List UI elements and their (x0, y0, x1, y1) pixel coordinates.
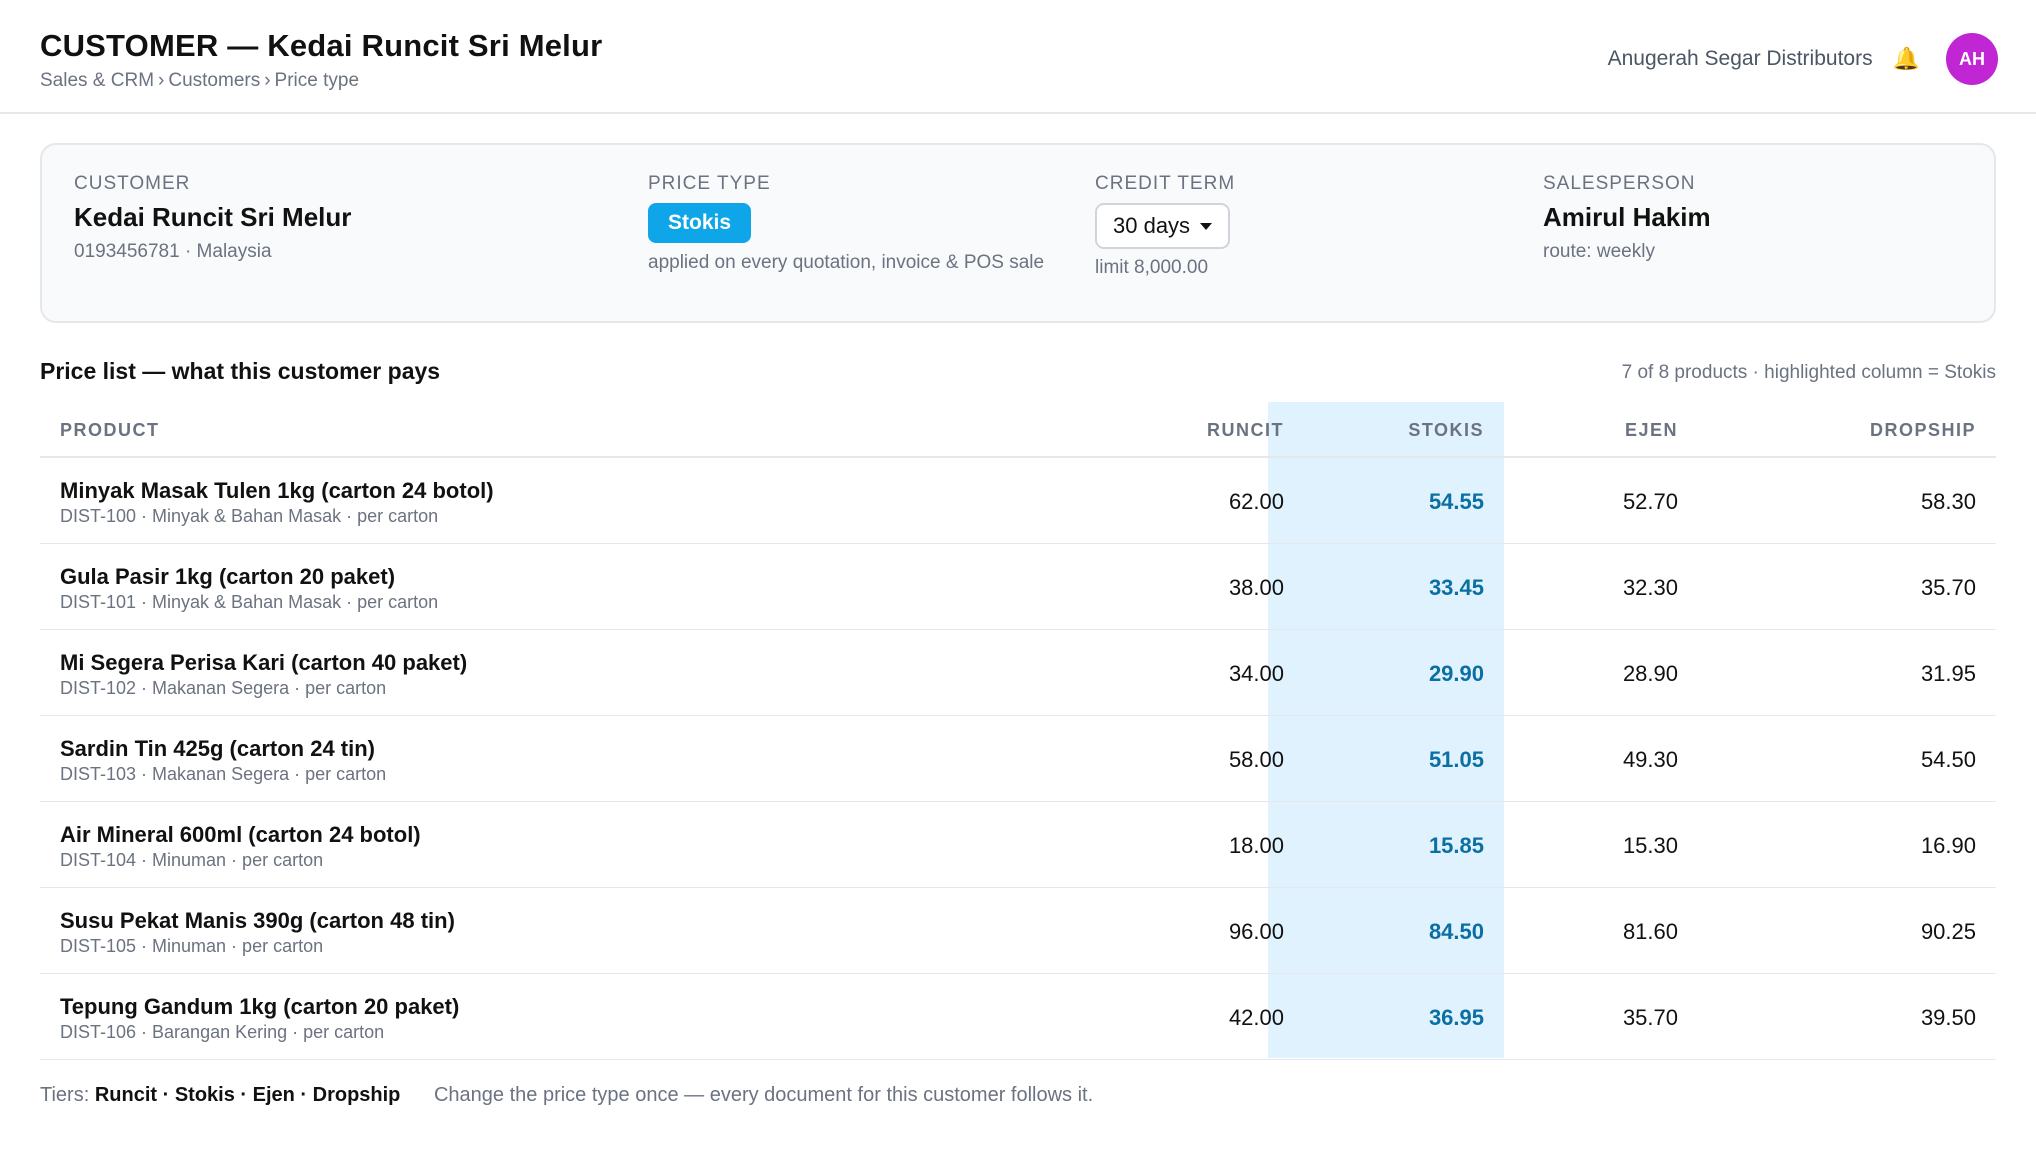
column-header-product: PRODUCT (60, 420, 160, 440)
table-row[interactable]: Gula Pasir 1kg (carton 20 paket) DIST-101… (40, 544, 1996, 630)
table-row[interactable]: Tepung Gandum 1kg (carton 20 paket) DIST-… (40, 974, 1996, 1060)
salesperson-route: route: weekly (1543, 241, 1655, 262)
credit-term-label: CREDIT TERM (1095, 173, 1236, 194)
company-name: Anugerah Segar Distributors (1607, 47, 1873, 70)
price-dropship: 35.70 (1920, 575, 1976, 600)
credit-term-field: CREDIT TERM 30 days limit 8,000.00 (1095, 173, 1235, 279)
product-meta: DIST-105 · Minuman · per carton (60, 936, 324, 956)
product-name: Gula Pasir 1kg (carton 20 paket) (60, 564, 396, 589)
price-runcit: 34.00 (1228, 661, 1284, 686)
table-row[interactable]: Mi Segera Perisa Kari (carton 40 paket) D… (40, 630, 1996, 716)
price-ejen: 81.60 (1622, 919, 1678, 944)
footer-note: Tiers: Runcit · Stokis · Ejen · Dropship… (40, 1084, 1093, 1107)
customer-name: Kedai Runcit Sri Melur (74, 202, 352, 232)
product-name: Tepung Gandum 1kg (carton 20 paket) (60, 994, 460, 1019)
price-runcit: 58.00 (1228, 747, 1284, 772)
breadcrumb-item-price-type: Price type (274, 70, 360, 91)
price-ejen: 15.30 (1622, 833, 1678, 858)
header-actions: Anugerah Segar Distributors 🔔 AH (1608, 33, 1998, 85)
customer-contact: 0193456781 · Malaysia (74, 241, 272, 262)
top-bar: CUSTOMER — Kedai Runcit Sri Melur Sales … (0, 0, 2036, 114)
breadcrumb: Sales & CRM › Customers › Price type (40, 70, 359, 92)
price-stokis: 36.95 (1428, 1005, 1484, 1030)
product-meta: DIST-101 · Minyak & Bahan Masak · per ca… (60, 592, 439, 612)
product-name: Susu Pekat Manis 390g (carton 48 tin) (60, 908, 455, 933)
price-list-meta: 7 of 8 products · highlighted column = S… (1621, 362, 1996, 383)
product-meta: DIST-103 · Makanan Segera · per carton (60, 764, 387, 784)
bell-icon[interactable]: 🔔 (1893, 46, 1920, 72)
customer-field: CUSTOMER Kedai Runcit Sri Melur 01934567… (74, 173, 351, 263)
price-runcit: 96.00 (1228, 919, 1284, 944)
column-header-runcit: RUNCIT (1207, 420, 1284, 440)
price-runcit: 38.00 (1228, 575, 1284, 600)
price-dropship: 39.50 (1920, 1005, 1976, 1030)
table-body: Minyak Masak Tulen 1kg (carton 24 botol)… (40, 458, 1996, 1060)
product-meta: DIST-102 · Makanan Segera · per carton (60, 678, 387, 698)
salesperson-name: Amirul Hakim (1543, 202, 1711, 232)
credit-term-select[interactable]: 30 days (1095, 203, 1231, 249)
price-stokis: 84.50 (1428, 919, 1484, 944)
price-ejen: 32.30 (1622, 575, 1678, 600)
column-header-ejen: EJEN (1624, 420, 1678, 440)
product-name: Air Mineral 600ml (carton 24 botol) (60, 822, 421, 847)
price-list-table: PRODUCT RUNCIT STOKIS EJEN DROPSHIP Miny… (40, 402, 1996, 1060)
price-ejen: 28.90 (1622, 661, 1678, 686)
table-row[interactable]: Air Mineral 600ml (carton 24 botol) DIST-… (40, 802, 1996, 888)
table-row[interactable]: Minyak Masak Tulen 1kg (carton 24 botol)… (40, 458, 1996, 544)
breadcrumb-item-sales-crm[interactable]: Sales & CRM (40, 70, 154, 91)
price-dropship: 90.25 (1920, 919, 1976, 944)
table-row[interactable]: Susu Pekat Manis 390g (carton 48 tin) DIS… (40, 888, 1996, 974)
credit-limit: limit 8,000.00 (1095, 257, 1209, 278)
price-type-label: PRICE TYPE (648, 173, 771, 194)
price-runcit: 62.00 (1228, 489, 1284, 514)
breadcrumb-separator: › (158, 70, 165, 91)
product-meta: DIST-104 · Minuman · per carton (60, 850, 324, 870)
price-stokis: 33.45 (1428, 575, 1484, 600)
footer-hint: Change the price type once — every docum… (433, 1084, 1094, 1106)
column-header-dropship: DROPSHIP (1869, 420, 1976, 440)
price-ejen: 49.30 (1622, 747, 1678, 772)
page-title: CUSTOMER — Kedai Runcit Sri Melur (40, 28, 603, 63)
price-runcit: 42.00 (1228, 1005, 1284, 1030)
price-dropship: 31.95 (1920, 661, 1976, 686)
price-ejen: 52.70 (1622, 489, 1678, 514)
product-meta: DIST-106 · Barangan Kering · per carton (60, 1022, 385, 1042)
price-dropship: 58.30 (1920, 489, 1976, 514)
credit-term-value: 30 days (1113, 213, 1191, 238)
price-ejen: 35.70 (1622, 1005, 1678, 1030)
price-list-title: Price list — what this customer pays (40, 358, 441, 384)
customer-summary-card: CUSTOMER Kedai Runcit Sri Melur 01934567… (40, 143, 1996, 323)
tiers-list: Runcit · Stokis · Ejen · Dropship (94, 1084, 401, 1106)
price-type-note: applied on every quotation, invoice & PO… (648, 252, 1045, 273)
price-stokis: 15.85 (1428, 833, 1484, 858)
price-runcit: 18.00 (1228, 833, 1284, 858)
product-meta: DIST-100 · Minyak & Bahan Masak · per ca… (60, 506, 439, 526)
price-dropship: 54.50 (1920, 747, 1976, 772)
product-name: Sardin Tin 425g (carton 24 tin) (60, 736, 375, 761)
chevron-down-icon (1200, 222, 1213, 230)
price-type-badge[interactable]: Stokis (648, 203, 752, 243)
breadcrumb-item-customers[interactable]: Customers (168, 70, 260, 91)
column-header-stokis: STOKIS (1408, 420, 1484, 440)
salesperson-label: SALESPERSON (1543, 173, 1696, 194)
price-stokis: 29.90 (1428, 661, 1484, 686)
price-stokis: 54.55 (1428, 489, 1484, 514)
product-name: Minyak Masak Tulen 1kg (carton 24 botol) (60, 478, 494, 503)
avatar[interactable]: AH (1946, 33, 1998, 85)
breadcrumb-separator: › (264, 70, 271, 91)
price-stokis: 51.05 (1428, 747, 1484, 772)
table-row[interactable]: Sardin Tin 425g (carton 24 tin) DIST-103 … (40, 716, 1996, 802)
tiers-label: Tiers: (40, 1084, 90, 1106)
customer-label: CUSTOMER (74, 173, 191, 194)
salesperson-field: SALESPERSON Amirul Hakim route: weekly (1543, 173, 1711, 263)
price-type-field: PRICE TYPE Stokis applied on every quota… (648, 173, 1068, 274)
product-name: Mi Segera Perisa Kari (carton 40 paket) (60, 650, 468, 675)
price-dropship: 16.90 (1920, 833, 1976, 858)
table-header: PRODUCT RUNCIT STOKIS EJEN DROPSHIP (40, 402, 1996, 458)
